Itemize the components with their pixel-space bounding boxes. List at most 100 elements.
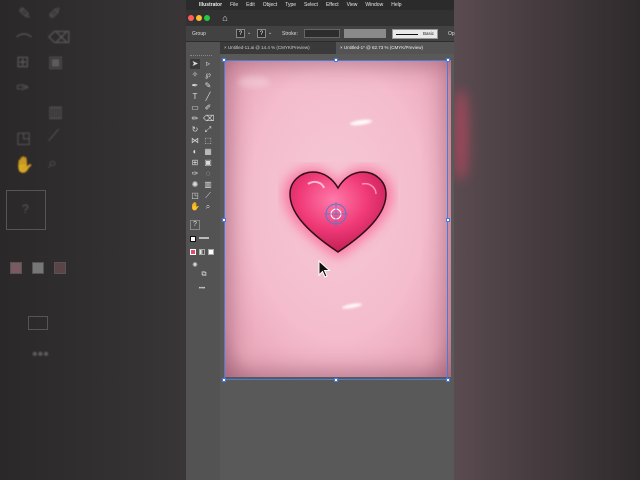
artboard[interactable] xyxy=(224,60,451,377)
curvature-tool-icon[interactable]: ✎ xyxy=(203,81,213,91)
hand-tool-icon[interactable]: ✋ xyxy=(190,202,200,212)
ghost-hand-icon: ✋ xyxy=(14,157,34,174)
menu-type[interactable]: Type xyxy=(285,2,296,8)
brush-definition-dropdown[interactable]: Basic xyxy=(392,29,438,39)
blend-tool-icon[interactable]: ◌ xyxy=(203,169,213,179)
menu-effect[interactable]: Effect xyxy=(326,2,339,8)
rectangle-tool-icon[interactable]: ▭ xyxy=(190,103,200,113)
ghost-eraser-icon: ⌫ xyxy=(48,30,71,47)
title-bar: ⌂ xyxy=(186,10,454,26)
ghost-fill-swatch xyxy=(10,262,22,274)
slice-tool-icon[interactable]: ⟋ xyxy=(203,191,213,201)
mesh-tool-icon[interactable]: ⊞ xyxy=(190,158,200,168)
lasso-tool-icon[interactable]: ℘ xyxy=(203,70,213,80)
gradient-tool-icon[interactable]: ▣ xyxy=(203,158,213,168)
menu-file[interactable]: File xyxy=(230,2,238,8)
artboard-tool-icon[interactable]: ◳ xyxy=(190,191,200,201)
zoom-tool-icon[interactable]: ⌕ xyxy=(203,202,213,212)
ghost-slice-icon: ◳ xyxy=(16,130,32,147)
tab-close-icon[interactable]: × xyxy=(340,45,343,50)
selection-handle-top-right[interactable] xyxy=(446,58,450,62)
eyedropper-tool-icon[interactable]: ✑ xyxy=(190,169,200,179)
selection-handle-middle-right[interactable] xyxy=(446,218,450,222)
zoom-button[interactable] xyxy=(204,15,210,21)
more-tools-icon[interactable]: ••• xyxy=(197,284,207,294)
edit-toolbar-icon[interactable]: ? xyxy=(190,220,200,230)
document-tab-label: Untitled-1* @ 62.73 % (CMYK/Preview) xyxy=(343,45,424,50)
shaper-tool-icon[interactable]: ✏ xyxy=(190,114,200,124)
document-tab-label: Untitled-11.ai @ 14.4 % (CMYK/Preview) xyxy=(227,45,310,50)
document-tab-1[interactable]: × Untitled-11.ai @ 14.4 % (CMYK/Preview) xyxy=(220,42,336,54)
direct-selection-tool-icon[interactable]: ▹ xyxy=(203,59,213,69)
symbol-sprayer-tool-icon[interactable]: ✺ xyxy=(190,180,200,190)
artboard-corner-highlight xyxy=(238,76,270,88)
blurred-artwork-edge xyxy=(454,90,468,180)
canvas-area[interactable] xyxy=(220,54,454,480)
menu-app-name[interactable]: Illustrator xyxy=(199,2,222,8)
menu-edit[interactable]: Edit xyxy=(246,2,255,8)
ghost-zoom-icon: ⌕ xyxy=(48,155,57,172)
ghost-grid-icon: ⊞ xyxy=(16,54,30,71)
selection-tool-icon[interactable]: ➤ xyxy=(190,59,200,69)
stroke-color-box[interactable]: ? xyxy=(257,29,266,38)
selection-handle-top-center[interactable] xyxy=(334,58,338,62)
width-tool-icon[interactable]: ⋈ xyxy=(190,136,200,146)
brush-stroke-preview xyxy=(396,34,418,35)
illustrator-window: Illustrator File Edit Object Type Select… xyxy=(186,0,455,480)
tab-close-icon[interactable]: × xyxy=(224,45,227,50)
default-colors-icon[interactable] xyxy=(199,237,209,239)
stroke-dropdown-icon[interactable]: ⌄ xyxy=(268,30,272,36)
ghost-eyedropper-icon: ✑ xyxy=(16,80,30,97)
selection-handle-bottom-left[interactable] xyxy=(222,378,226,382)
selection-handle-bottom-right[interactable] xyxy=(446,378,450,382)
menu-view[interactable]: View xyxy=(347,2,358,8)
color-mode-fill-icon[interactable] xyxy=(190,249,196,255)
fill-color-box[interactable]: ? xyxy=(236,29,245,38)
brush-style-label: Basic xyxy=(422,31,434,36)
minimize-button[interactable] xyxy=(196,15,202,21)
opacity-label[interactable]: Op xyxy=(448,31,455,37)
ghost-pen-icon: ✐ xyxy=(48,6,62,23)
stroke-weight-field[interactable] xyxy=(304,29,340,38)
stroke-label: Stroke: xyxy=(282,31,298,37)
background-blur-right xyxy=(454,0,640,480)
menu-select[interactable]: Select xyxy=(304,2,318,8)
ghost-knife-icon: ⟋ xyxy=(48,128,60,145)
menu-help[interactable]: Help xyxy=(391,2,401,8)
selection-type-label: Group xyxy=(192,31,206,37)
menu-object[interactable]: Object xyxy=(263,2,277,8)
selection-handle-bottom-center[interactable] xyxy=(334,378,338,382)
screen: ✎ ✐ ⌒ ⌫ ⊞ ▣ ✑ ▥ ◳ ⟋ ✋ ⌕ ? ••• Illustrato… xyxy=(0,0,640,480)
column-graph-tool-icon[interactable]: ▥ xyxy=(203,180,213,190)
ghost-screen-mode xyxy=(28,316,48,330)
scale-tool-icon[interactable]: ⤢ xyxy=(203,125,213,135)
document-tab-2[interactable]: × Untitled-1* @ 62.73 % (CMYK/Preview) xyxy=(336,42,454,54)
color-mode-none-icon[interactable] xyxy=(208,249,214,255)
screen-mode-icon[interactable]: ⧉ xyxy=(199,270,209,280)
pen-tool-icon[interactable]: ✒ xyxy=(190,81,200,91)
type-tool-icon[interactable]: T xyxy=(190,92,200,102)
selection-handle-middle-left[interactable] xyxy=(222,218,226,222)
selection-handle-top-left[interactable] xyxy=(222,58,226,62)
home-icon[interactable]: ⌂ xyxy=(220,13,230,23)
tools-panel: ➤ ▹ ✧ ℘ ✒ ✎ T ╱ ▭ ✐ ✏ ⌫ ↻ ⤢ ⋈ ⬚ ◐ ▦ ⊞ ▣ … xyxy=(186,54,220,480)
document-tab-bar: × Untitled-11.ai @ 14.4 % (CMYK/Preview)… xyxy=(220,42,454,54)
eraser-tool-icon[interactable]: ⌫ xyxy=(203,114,214,124)
toolbar-collapse-icon[interactable] xyxy=(190,55,212,57)
menu-window[interactable]: Window xyxy=(365,2,383,8)
paintbrush-tool-icon[interactable]: ✐ xyxy=(203,103,213,113)
magic-wand-tool-icon[interactable]: ✧ xyxy=(190,70,200,80)
variable-width-profile[interactable] xyxy=(344,29,386,38)
rotate-tool-icon[interactable]: ↻ xyxy=(190,125,200,135)
fill-stroke-icon[interactable] xyxy=(190,236,196,242)
shape-builder-tool-icon[interactable]: ◐ xyxy=(190,147,200,157)
free-transform-tool-icon[interactable]: ⬚ xyxy=(203,136,213,146)
close-button[interactable] xyxy=(188,15,194,21)
draw-mode-icon[interactable]: ◉ xyxy=(190,260,200,270)
color-mode-gradient-icon[interactable] xyxy=(199,249,205,255)
fill-dropdown-icon[interactable]: ⌄ xyxy=(247,30,251,36)
line-tool-icon[interactable]: ╱ xyxy=(203,92,213,102)
ghost-curvature-icon: ⌒ xyxy=(16,34,33,51)
heart-shape[interactable] xyxy=(278,162,398,272)
perspective-grid-tool-icon[interactable]: ▦ xyxy=(203,147,213,157)
